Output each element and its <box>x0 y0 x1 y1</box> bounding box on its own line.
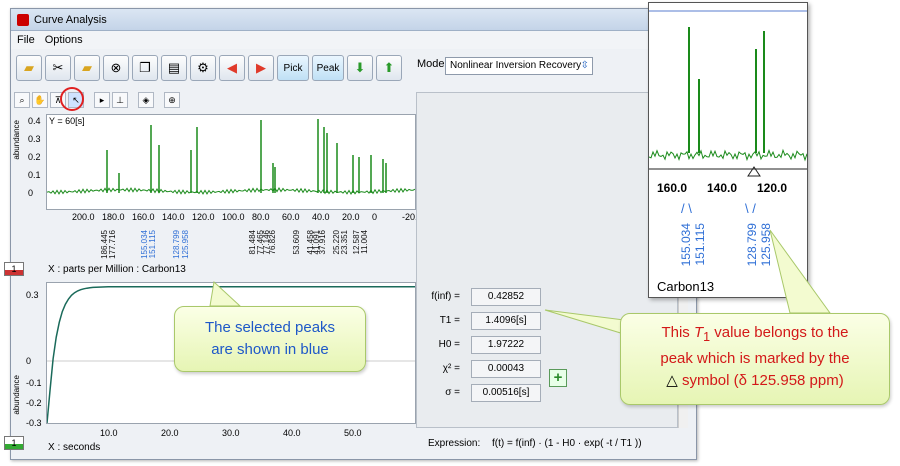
t1-callout: This T1 value belongs to the peak which … <box>620 313 890 405</box>
callout-red-line1: This T1 value belongs to the <box>621 322 889 348</box>
callout-red-line1a: This <box>661 324 694 341</box>
callout-blue-line1: The selected peaks <box>204 319 336 336</box>
callout-blue-line2: are shown in blue <box>211 341 329 358</box>
callout-red-line1b: value belongs to the <box>710 324 849 341</box>
blue-callout-tail <box>209 281 242 307</box>
callout-red-line2: peak which is marked by the <box>660 350 850 367</box>
triangle-icon: △ <box>666 372 678 389</box>
callout-red-line3: △ symbol (δ 125.958 ppm) <box>621 370 889 392</box>
red-callout-tail-up <box>769 229 831 314</box>
callout-red-line3-text: symbol (δ 125.958 ppm) <box>677 372 844 389</box>
selected-peaks-callout: The selected peaks are shown in blue <box>174 306 366 372</box>
callout-red-t: T <box>693 324 704 341</box>
